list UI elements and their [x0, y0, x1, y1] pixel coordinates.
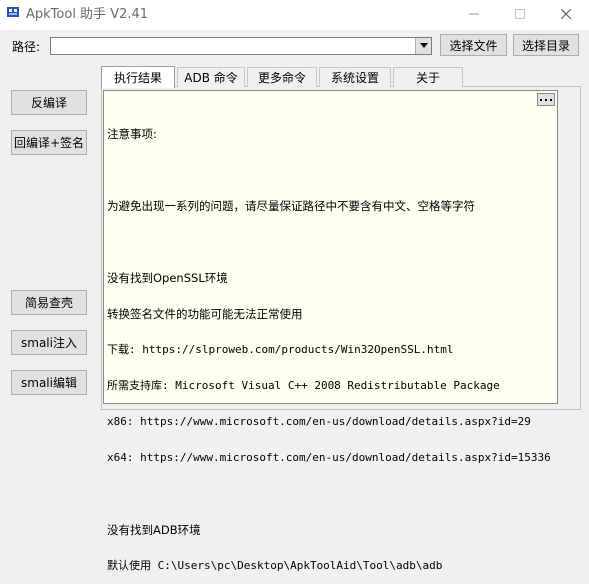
tab-adb[interactable]: ADB 命令 [177, 67, 245, 87]
recompile-sign-button[interactable]: 回编译+签名 [11, 130, 87, 155]
close-icon [561, 9, 571, 19]
tab-about[interactable]: 关于 [393, 67, 463, 87]
path-combobox[interactable] [50, 37, 432, 55]
log-line: 没有找到OpenSSL环境 [107, 271, 228, 285]
window-title: ApkTool 助手 V2.41 [26, 7, 149, 22]
log-line: 注意事项: [107, 127, 157, 141]
log-line: 默认使用 C:\Users\pc\Desktop\ApkToolAid\Tool… [107, 559, 443, 572]
log-line: 没有找到ADB环境 [107, 523, 201, 537]
decompile-button[interactable]: 反编译 [11, 90, 87, 115]
tab-results[interactable]: 执行结果 [101, 66, 175, 88]
more-icon [540, 98, 552, 101]
smali-edit-button[interactable]: smali编辑 [11, 370, 87, 395]
log-line: 转换签名文件的功能可能无法正常使用 [107, 307, 303, 321]
app-icon [7, 7, 19, 17]
title-bar: ApkTool 助手 V2.41 [0, 0, 589, 30]
path-input[interactable] [53, 39, 413, 53]
maximize-icon [515, 9, 525, 19]
tab-settings[interactable]: 系统设置 [319, 67, 391, 87]
log-line: 为避免出现一系列的问题，请尽量保证路径中不要含有中文、空格等字符 [107, 199, 475, 213]
log-line: 下载: https://slproweb.com/products/Win32O… [107, 343, 454, 356]
log-line: x86: https://www.microsoft.com/en-us/dow… [107, 415, 531, 428]
tab-more-commands[interactable]: 更多命令 [247, 67, 317, 87]
choose-dir-button[interactable]: 选择目录 [513, 34, 579, 56]
choose-file-button[interactable]: 选择文件 [440, 34, 507, 56]
minimize-button[interactable] [451, 0, 497, 28]
smali-inject-button[interactable]: smali注入 [11, 330, 87, 355]
easy-check-button[interactable]: 简易查壳 [11, 290, 87, 315]
chevron-down-icon [419, 43, 428, 48]
output-log: 注意事项: 为避免出现一系列的问题，请尽量保证路径中不要含有中文、空格等字符 没… [107, 104, 552, 584]
close-button[interactable] [543, 0, 589, 28]
minimize-icon [469, 13, 479, 15]
log-line: 所需支持库: Microsoft Visual C++ 2008 Redistr… [107, 379, 500, 392]
log-line: x64: https://www.microsoft.com/en-us/dow… [107, 451, 551, 464]
maximize-button[interactable] [497, 0, 543, 28]
path-label: 路径: [12, 40, 41, 54]
path-dropdown-button[interactable] [415, 38, 431, 54]
